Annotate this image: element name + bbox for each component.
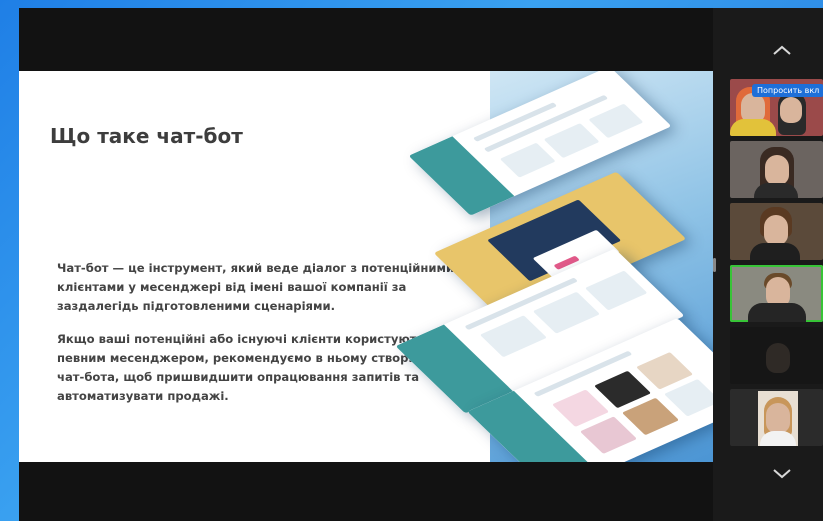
scroll-down-button[interactable] <box>772 468 792 480</box>
participant-video-tile[interactable] <box>730 203 823 260</box>
participant-video-tile[interactable] <box>730 389 823 446</box>
participant-video-tile-active[interactable] <box>730 265 823 322</box>
chevron-up-icon <box>773 45 791 55</box>
participant-video-tile[interactable] <box>730 327 823 384</box>
screen-share-area: Що таке чат-бот Чат-бот — це інструмент,… <box>19 8 713 521</box>
slide-paragraph-2: Якщо ваші потенційні або існуючі клієнти… <box>57 332 439 403</box>
request-unmute-button[interactable]: Попросить вкл <box>752 84 823 97</box>
scroll-up-button[interactable] <box>772 44 792 56</box>
participant-video-tile[interactable] <box>730 141 823 198</box>
slide-title: Що таке чат-бот <box>50 124 243 148</box>
slide-paragraph-1: Чат-бот — це інструмент, який веде діало… <box>57 261 455 313</box>
meeting-window: Що таке чат-бот Чат-бот — це інструмент,… <box>19 8 823 521</box>
presentation-slide: Що таке чат-бот Чат-бот — це інструмент,… <box>19 71 713 462</box>
chevron-down-icon <box>773 469 791 479</box>
slide-illustration <box>395 71 713 462</box>
